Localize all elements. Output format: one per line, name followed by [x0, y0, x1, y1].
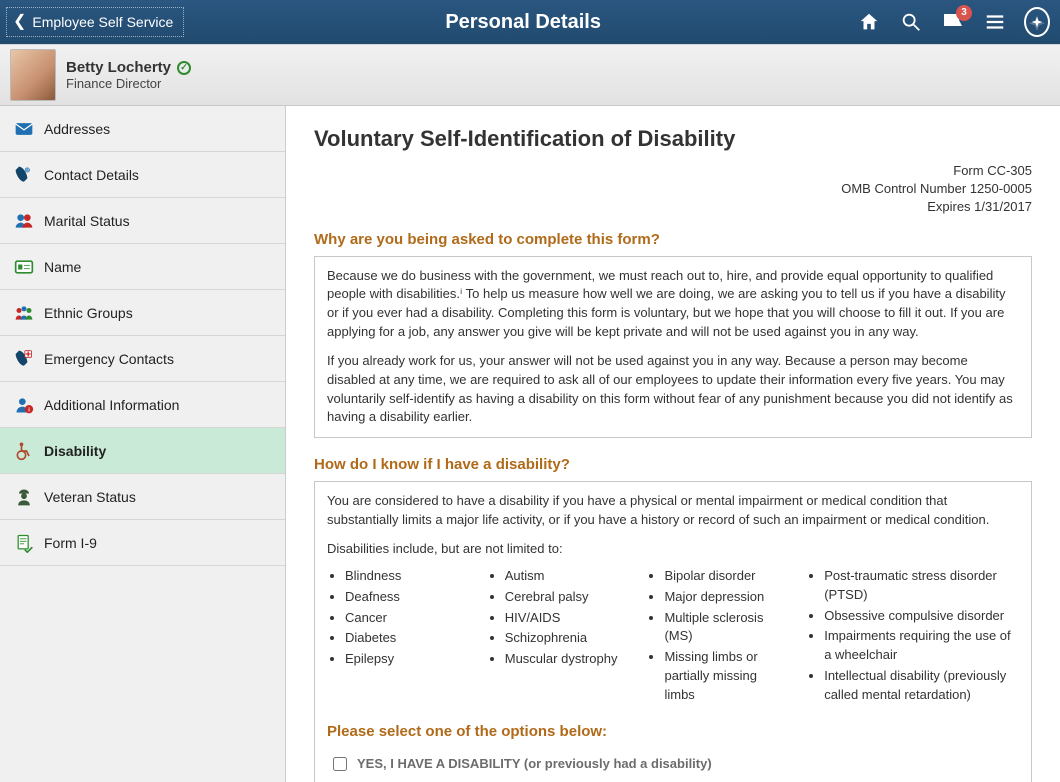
- chevron-left-icon: ❮: [13, 14, 26, 30]
- disability-list-item: Bipolar disorder: [664, 567, 786, 586]
- sidebar-item-label: Ethnic Groups: [44, 305, 133, 321]
- sidebar-item-disability[interactable]: Disability: [0, 428, 285, 474]
- sidebar-item-label: Contact Details: [44, 167, 139, 183]
- sidebar-item-addresses[interactable]: Addresses: [0, 106, 285, 152]
- sidebar-item-label: Additional Information: [44, 397, 179, 413]
- disability-list-item: Missing limbs or partially missing limbs: [664, 648, 786, 705]
- main-content: Voluntary Self-Identification of Disabil…: [286, 106, 1060, 782]
- notification-badge: 3: [956, 5, 972, 21]
- disability-list-item: Post-traumatic stress disorder (PTSD): [824, 567, 1019, 605]
- phone-icon: @: [14, 165, 34, 185]
- id-card-icon: [14, 257, 34, 277]
- sidebar-item-label: Emergency Contacts: [44, 351, 174, 367]
- profile-role: Finance Director: [66, 76, 191, 91]
- dis-col-2: Autism Cerebral palsy HIV/AIDSSchizophreni…: [487, 567, 627, 707]
- content-heading: Voluntary Self-Identification of Disabil…: [314, 126, 1032, 152]
- disability-list-item: Diabetes: [345, 629, 467, 648]
- disability-list-item: Muscular dystrophy: [505, 650, 627, 669]
- info-box-why: Because we do business with the governme…: [314, 256, 1032, 439]
- sidebar-item-name[interactable]: Name: [0, 244, 285, 290]
- option-yes-row: YES, I HAVE A DISABILITY (or previously …: [333, 751, 1019, 778]
- sidebar-item-contact-details[interactable]: @ Contact Details: [0, 152, 285, 198]
- how-list-intro: Disabilities include, but are not limite…: [327, 540, 1019, 559]
- disability-list-item: HIV/AIDS: [505, 609, 627, 628]
- back-to-ess-button[interactable]: ❮ Employee Self Service: [6, 7, 184, 37]
- option-yes-checkbox[interactable]: [333, 757, 347, 771]
- avatar: [10, 49, 56, 101]
- meta-omb: OMB Control Number 1250-0005: [314, 180, 1032, 198]
- section-head-how: How do I know if I have a disability?: [314, 456, 1032, 473]
- disability-list-item: Cancer: [345, 609, 467, 628]
- sidebar-item-additional-information[interactable]: i Additional Information: [0, 382, 285, 428]
- sidebar-item-label: Name: [44, 259, 81, 275]
- topbar-icons: 3: [856, 9, 1060, 35]
- menu-icon[interactable]: [982, 9, 1008, 35]
- sidebar-item-emergency-contacts[interactable]: Emergency Contacts: [0, 336, 285, 382]
- option-no-row: NO, I DON'T HAVE A DISABILITY: [333, 777, 1019, 782]
- section-head-why: Why are you being asked to complete this…: [314, 231, 1032, 248]
- sidebar-item-label: Veteran Status: [44, 489, 136, 505]
- sidebar-item-label: Marital Status: [44, 213, 130, 229]
- disability-list: BlindnessDeafnessCancerDiabetesEpilepsy …: [327, 567, 1019, 707]
- notifications-icon[interactable]: 3: [940, 9, 966, 35]
- group-icon: [14, 303, 34, 323]
- svg-text:@: @: [25, 167, 29, 172]
- disability-list-item: Epilepsy: [345, 650, 467, 669]
- sidebar-item-label: Addresses: [44, 121, 110, 137]
- profile-name: Betty Locherty: [66, 59, 171, 76]
- why-para-2: If you already work for us, your answer …: [327, 352, 1019, 427]
- phone-medical-icon: [14, 349, 34, 369]
- how-para-1: You are considered to have a disability …: [327, 492, 1019, 530]
- mail-icon: [14, 119, 34, 139]
- presence-icon: ✓: [177, 61, 191, 75]
- disability-list-item: Multiple sclerosis (MS): [664, 609, 786, 647]
- person-info-icon: i: [14, 395, 34, 415]
- compass-icon[interactable]: [1024, 9, 1050, 35]
- disability-list-item: Intellectual disability (previously call…: [824, 667, 1019, 705]
- why-para-1: Because we do business with the governme…: [327, 267, 1019, 342]
- document-check-icon: [14, 533, 34, 553]
- disability-list-item: Schizophrenia: [505, 629, 627, 648]
- form-meta: Form CC-305 OMB Control Number 1250-0005…: [314, 162, 1032, 217]
- disability-list-item: Major depression: [664, 588, 786, 607]
- dis-col-4: Post-traumatic stress disorder (PTSD) Obs…: [806, 567, 1019, 707]
- sidebar-item-ethnic-groups[interactable]: Ethnic Groups: [0, 290, 285, 336]
- wheelchair-icon: [14, 441, 34, 461]
- disability-list-item: Blindness: [345, 567, 467, 586]
- meta-expires: Expires 1/31/2017: [314, 198, 1032, 216]
- disability-list-item: Obsessive compulsive disorder: [824, 607, 1019, 626]
- home-icon[interactable]: [856, 9, 882, 35]
- sidebar: Addresses @ Contact Details Marital Stat…: [0, 106, 286, 782]
- sidebar-item-veteran-status[interactable]: Veteran Status: [0, 474, 285, 520]
- topbar: ❮ Employee Self Service Personal Details…: [0, 0, 1060, 44]
- disability-list-item: Autism: [505, 567, 627, 586]
- option-yes-label: YES, I HAVE A DISABILITY (or previously …: [357, 755, 712, 774]
- page-title: Personal Details: [190, 11, 856, 34]
- back-label: Employee Self Service: [32, 14, 173, 30]
- disability-list-item: Cerebral palsy: [505, 588, 627, 607]
- info-box-how: You are considered to have a disability …: [314, 481, 1032, 782]
- soldier-icon: [14, 487, 34, 507]
- disability-list-item: Impairments requiring the use of a wheel…: [824, 627, 1019, 665]
- disability-list-item: Deafness: [345, 588, 467, 607]
- section-head-options: Please select one of the options below:: [327, 721, 1019, 743]
- search-icon[interactable]: [898, 9, 924, 35]
- sidebar-item-label: Disability: [44, 443, 106, 459]
- dis-col-3: Bipolar disorder Major depression Multiple…: [646, 567, 786, 707]
- profile-bar: Betty Locherty ✓ Finance Director: [0, 44, 1060, 106]
- sidebar-item-label: Form I-9: [44, 535, 97, 551]
- people-icon: [14, 211, 34, 231]
- dis-col-1: Blindness Deafness CancerDiabetes Epilepsy: [327, 567, 467, 707]
- meta-form: Form CC-305: [314, 162, 1032, 180]
- sidebar-item-form-i9[interactable]: Form I-9: [0, 520, 285, 566]
- sidebar-item-marital-status[interactable]: Marital Status: [0, 198, 285, 244]
